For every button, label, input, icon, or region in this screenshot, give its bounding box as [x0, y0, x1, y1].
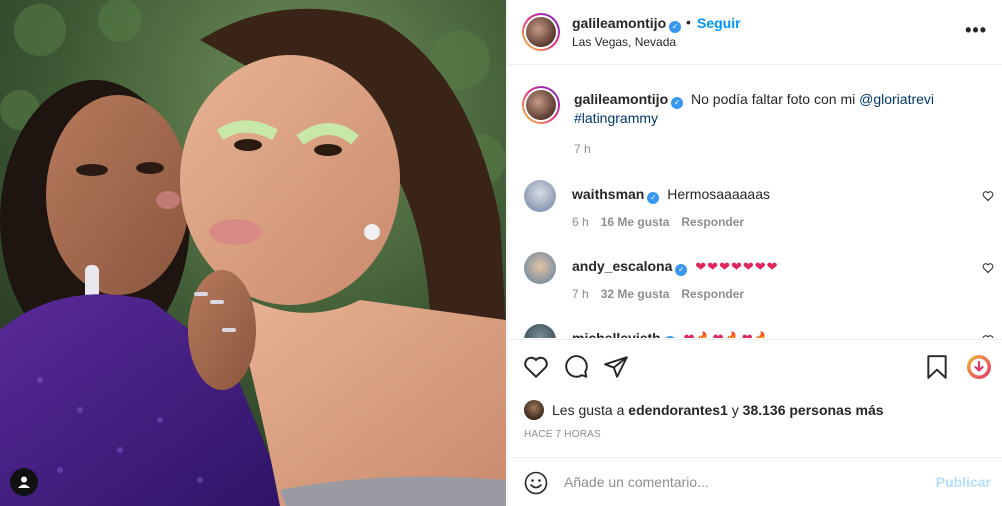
caption-meta: 7 h [574, 142, 603, 156]
comment-text: waithsman ✓ Hermosaaaaaas [572, 185, 972, 204]
publish-button[interactable]: Publicar [936, 474, 991, 490]
post-image [0, 0, 506, 506]
post-actions: Les gusta a edendorantes1 y 38.136 perso… [508, 339, 1002, 459]
comment-input[interactable] [564, 472, 914, 492]
author-username[interactable]: galileamontijo ✓ [572, 15, 682, 33]
verified-icon: ✓ [647, 192, 660, 204]
reply-button[interactable]: Responder [681, 215, 744, 229]
likes-prefix: Les gusta a [552, 402, 625, 418]
caption: galileamontijo ✓ No podía faltar foto con… [522, 86, 994, 166]
comment-body: Hermosaaaaaas [667, 186, 770, 202]
verified-icon: ✓ [671, 97, 684, 109]
likes-count[interactable]: 38.136 personas más [743, 402, 884, 418]
comment-username[interactable]: waithsman ✓ [572, 186, 660, 204]
comment-icon[interactable] [563, 354, 589, 380]
user-tag-icon[interactable] [10, 468, 38, 496]
post-panel: galileamontijo ✓ • Seguir Las Vegas, Neva… [507, 0, 1002, 506]
liker-username[interactable]: edendorantes1 [628, 402, 728, 418]
verified-icon: ✓ [669, 21, 682, 33]
likes-conjunction: y [731, 402, 739, 418]
verified-icon: ✓ [675, 264, 688, 276]
avatar[interactable] [524, 180, 556, 212]
likes-summary: Les gusta a edendorantes1 y 38.136 perso… [524, 400, 884, 420]
comment-row: michellevieth✓ ❤🔥❤🔥❤🔥 [524, 324, 994, 338]
comment-text: michellevieth✓ ❤🔥❤🔥❤🔥 [572, 329, 972, 338]
download-icon[interactable] [966, 354, 992, 380]
reply-button[interactable]: Responder [681, 287, 744, 301]
post-header: galileamontijo ✓ • Seguir Las Vegas, Neva… [508, 0, 1002, 65]
comment-body: ❤❤❤❤❤❤❤ [695, 259, 779, 274]
comment-meta: 7 h 32 Me gusta Responder [572, 287, 756, 301]
location-link[interactable]: Las Vegas, Nevada [572, 35, 676, 49]
heart-icon[interactable] [982, 190, 994, 202]
more-icon[interactable]: ••• [965, 21, 987, 39]
emoji-icon[interactable] [524, 471, 548, 495]
author-username-text[interactable]: galileamontijo [572, 15, 666, 31]
comment-row: andy_escalona ✓ ❤❤❤❤❤❤❤ 7 h 32 Me gusta Res… [524, 252, 994, 312]
comment-likes[interactable]: 16 Me gusta [601, 215, 670, 229]
add-comment-bar: Publicar [508, 457, 1002, 506]
post-time[interactable]: HACE 7 HORAS [524, 429, 601, 440]
comment-body: ❤🔥❤🔥❤🔥 [684, 331, 771, 338]
comments-section[interactable]: galileamontijo ✓ No podía faltar foto con… [508, 66, 1002, 338]
comment-time[interactable]: 7 h [572, 287, 589, 301]
avatar[interactable] [524, 324, 556, 338]
comment-likes[interactable]: 32 Me gusta [601, 287, 670, 301]
heart-icon[interactable] [982, 262, 994, 274]
caption-text: galileamontijo ✓ No podía faltar foto con… [574, 90, 974, 127]
author-avatar[interactable] [522, 13, 560, 51]
avatar[interactable] [524, 252, 556, 284]
bookmark-icon[interactable] [924, 354, 950, 380]
follow-button[interactable]: Seguir [697, 15, 741, 31]
post-photo[interactable] [0, 0, 506, 506]
share-icon[interactable] [603, 354, 629, 380]
avatar[interactable] [524, 400, 544, 420]
comment-username[interactable]: michellevieth✓ [572, 330, 676, 338]
comment-text: andy_escalona ✓ ❤❤❤❤❤❤❤ [572, 257, 972, 276]
verified-icon: ✓ [663, 336, 676, 338]
mention-link[interactable]: @gloriatrevi [859, 91, 934, 107]
caption-body: No podía faltar foto con mi [691, 91, 856, 107]
caption-avatar[interactable] [522, 86, 560, 124]
comment-row: waithsman ✓ Hermosaaaaaas 6 h 16 Me gusta R… [524, 180, 994, 240]
heart-icon[interactable] [523, 354, 549, 380]
caption-username[interactable]: galileamontijo ✓ [574, 91, 684, 109]
comment-time[interactable]: 6 h [572, 215, 589, 229]
separator-dot: • [686, 14, 691, 30]
heart-icon[interactable] [982, 334, 994, 338]
hashtag-link[interactable]: #latingrammy [574, 110, 658, 126]
comment-username[interactable]: andy_escalona ✓ [572, 258, 688, 276]
caption-time[interactable]: 7 h [574, 142, 591, 156]
comment-meta: 6 h 16 Me gusta Responder [572, 215, 756, 229]
